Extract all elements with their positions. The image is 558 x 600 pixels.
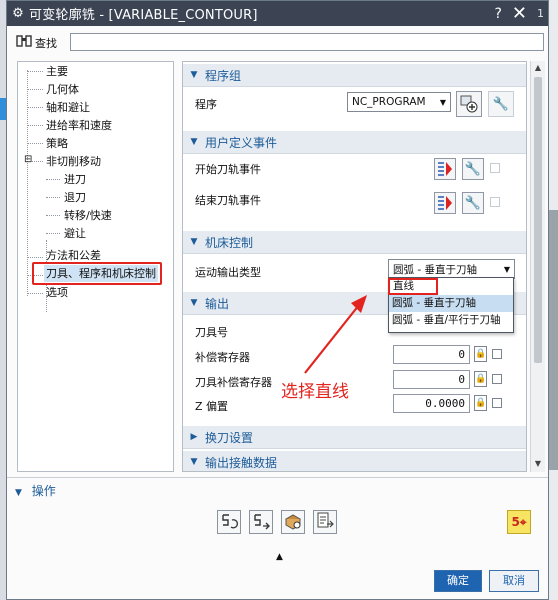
tool-compensation-register-checkbox[interactable] — [492, 374, 502, 384]
collapse-triangle-icon: ▼ — [190, 237, 198, 247]
option-arc-perpendicular[interactable]: 圆弧 - 垂直于刀轴 — [389, 295, 513, 312]
window-index: 1 — [537, 7, 544, 20]
help-icon[interactable]: ? — [494, 6, 501, 22]
operations-section: ▼ 操作 5⌖ — [7, 477, 548, 550]
start-events-wrench-icon[interactable]: 🔧 — [462, 158, 484, 180]
scrollbar-thumb[interactable] — [534, 77, 542, 363]
z-offset-field[interactable]: 0.0000 — [393, 394, 470, 413]
section-title: 输出 — [205, 296, 230, 311]
selection-highlight-box — [32, 262, 162, 285]
verify-icon[interactable] — [281, 510, 305, 534]
section-title: 机床控制 — [205, 235, 254, 250]
background-shade — [549, 210, 558, 470]
find-label: 查找 — [35, 37, 57, 50]
program-value: NC_PROGRAM — [352, 96, 426, 108]
collapse-triangle-icon: ▼ — [190, 457, 198, 467]
chevron-down-icon: ▼ — [503, 264, 511, 274]
lock-icon[interactable]: 🔒 — [474, 346, 487, 362]
right-edge-background — [549, 0, 558, 600]
new-program-icon[interactable] — [456, 91, 482, 117]
start-path-events-label: 开始刀轨事件 — [195, 163, 261, 176]
end-events-wrench-icon[interactable]: 🔧 — [462, 192, 484, 214]
end-path-events-label: 结束刀轨事件 — [195, 194, 261, 207]
window-title: 可变轮廓铣 - [VARIABLE_CONTOUR] — [29, 8, 258, 23]
section-user-events[interactable]: ▼ 用户定义事件 — [183, 131, 526, 154]
tree-item-strategy[interactable]: 策略 — [46, 135, 68, 152]
program-label: 程序 — [195, 98, 217, 111]
annotation-arrow — [304, 295, 367, 374]
edit-wrench-icon[interactable]: 🔧 — [488, 91, 514, 117]
collapse-triangle-icon: ▼ — [190, 137, 198, 147]
option-straight-line[interactable]: 直线 — [388, 278, 438, 295]
motion-output-type-select[interactable]: 圆弧 - 垂直于刀轴 ▼ — [388, 259, 515, 279]
lock-icon[interactable]: 🔒 — [474, 371, 487, 387]
ok-button[interactable]: 确定 — [434, 570, 482, 592]
section-tool-change[interactable]: ▶ 换刀设置 — [183, 426, 526, 449]
option-arc-perp-parallel[interactable]: 圆弧 - 垂直/平行于刀轴 — [389, 312, 513, 329]
tree-item-non-cutting-moves[interactable]: 非切削移动 — [46, 153, 101, 170]
list-icon[interactable] — [313, 510, 337, 534]
start-events-list-icon[interactable] — [434, 158, 456, 180]
program-select[interactable]: NC_PROGRAM ▼ — [347, 92, 451, 112]
tree-item-avoidance[interactable]: 避让 — [64, 225, 86, 242]
motion-output-dropdown-list: 直线 圆弧 - 垂直于刀轴 圆弧 - 垂直/平行于刀轴 — [388, 277, 514, 333]
scroll-up-icon[interactable]: ▲ — [531, 61, 545, 75]
end-events-checkbox[interactable] — [490, 197, 500, 207]
compensation-register-label: 补偿寄存器 — [195, 351, 250, 364]
motion-output-type-label: 运动输出类型 — [195, 266, 261, 279]
section-machine-control[interactable]: ▼ 机床控制 — [183, 231, 526, 254]
navigation-tree: ⊟ 主要 几何体 轴和避让 进给率和速度 策略 非切削移动 进刀 退刀 转移/快… — [17, 61, 174, 472]
binoculars-icon — [13, 34, 35, 52]
expand-triangle-icon: ▶ — [190, 432, 198, 442]
operations-header[interactable]: ▼ 操作 — [15, 482, 56, 499]
lock-icon[interactable]: 🔒 — [474, 395, 487, 411]
close-icon[interactable]: ✕ — [512, 3, 527, 24]
panel-scrollbar[interactable]: ▲ ▼ — [530, 61, 545, 472]
tool-compensation-register-field[interactable]: 0 — [393, 370, 470, 389]
tree-item-transfer-rapid[interactable]: 转移/快速 — [64, 207, 112, 224]
title-bar: ⚙ 可变轮廓铣 - [VARIABLE_CONTOUR] ? ✕ 1 — [7, 1, 548, 26]
settings-panel: ▼ 程序组 程序 NC_PROGRAM ▼ 🔧 ▼ 用户定义事件 开始刀轨事件 … — [182, 61, 527, 472]
display-toolpath-icon[interactable]: 5⌖ — [507, 510, 531, 534]
find-bar: 查找 — [7, 31, 548, 55]
tree-item-feeds-speeds[interactable]: 进给率和速度 — [46, 117, 112, 134]
collapse-icon[interactable]: ⊟ — [24, 155, 32, 165]
end-events-list-icon[interactable] — [434, 192, 456, 214]
annotation-label: 选择直线 — [281, 382, 349, 402]
compensation-register-checkbox[interactable] — [492, 349, 502, 359]
start-events-checkbox[interactable] — [490, 163, 500, 173]
section-title: 用户定义事件 — [205, 135, 278, 150]
section-title: 换刀设置 — [205, 430, 254, 445]
tree-item-axis-avoidance[interactable]: 轴和避让 — [46, 99, 90, 116]
section-output-contact-data[interactable]: ▼ 输出接触数据 — [183, 451, 526, 471]
tool-number-label: 刀具号 — [195, 326, 228, 339]
tree-item-options[interactable]: 选项 — [46, 284, 68, 301]
collapse-triangle-icon: ▼ — [190, 298, 198, 308]
cancel-button[interactable]: 取消 — [489, 570, 539, 592]
tree-item-geometry[interactable]: 几何体 — [46, 81, 79, 98]
scroll-down-icon[interactable]: ▼ — [531, 457, 545, 471]
replay-icon[interactable] — [249, 510, 273, 534]
chevron-down-icon: ▼ — [439, 97, 447, 107]
section-title: 输出接触数据 — [205, 455, 278, 470]
tool-compensation-register-label: 刀具补偿寄存器 — [195, 376, 272, 389]
z-offset-label: Z 偏置 — [195, 400, 229, 413]
generate-icon[interactable] — [217, 510, 241, 534]
tree-item-engage[interactable]: 进刀 — [64, 171, 86, 188]
motion-output-type-value: 圆弧 - 垂直于刀轴 — [393, 263, 477, 276]
variable-contour-dialog: ⚙ 可变轮廓铣 - [VARIABLE_CONTOUR] ? ✕ 1 查找 ⊟ … — [6, 0, 549, 600]
operations-title: 操作 — [31, 484, 56, 498]
z-offset-checkbox[interactable] — [492, 398, 502, 408]
collapse-triangle-icon: ▼ — [190, 70, 198, 80]
tree-item-main[interactable]: 主要 — [46, 63, 68, 80]
find-input[interactable] — [70, 33, 544, 51]
tree-item-retract[interactable]: 退刀 — [64, 189, 86, 206]
section-program-group[interactable]: ▼ 程序组 — [183, 64, 526, 87]
compensation-register-field[interactable]: 0 — [393, 345, 470, 364]
section-title: 程序组 — [205, 68, 242, 83]
expand-more-icon[interactable]: ▲ — [276, 552, 283, 562]
collapse-triangle-icon: ▼ — [15, 488, 22, 498]
gear-icon: ⚙ — [12, 6, 24, 21]
